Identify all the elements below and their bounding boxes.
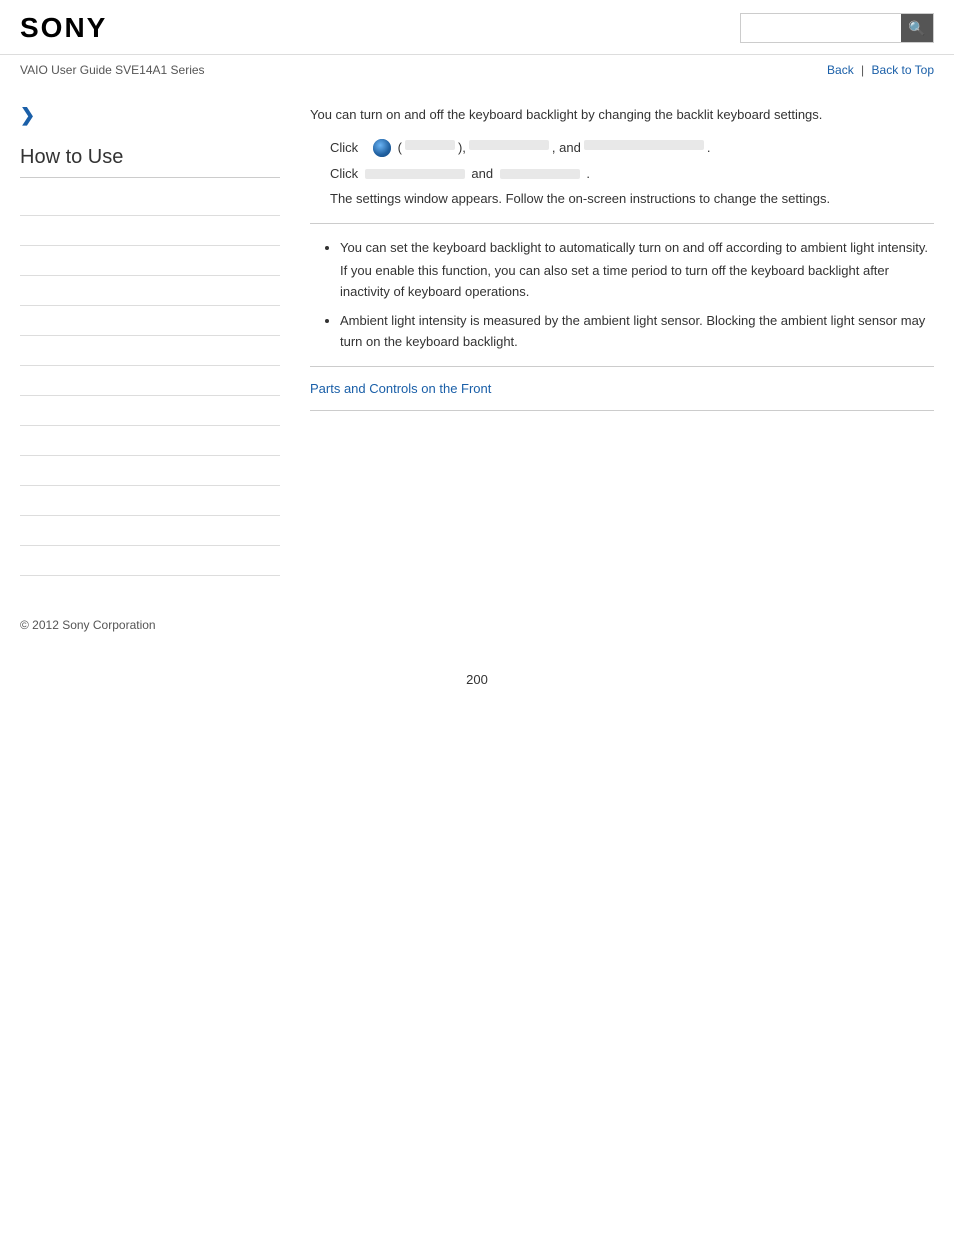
copyright-text: © 2012 Sony Corporation (20, 618, 156, 632)
windows-icon (373, 139, 391, 157)
bullet-2-main: Ambient light intensity is measured by t… (340, 313, 925, 349)
step-2-row: Click and . (310, 164, 934, 185)
list-item (20, 218, 280, 246)
step1-label: Click (330, 140, 370, 155)
step1-and: , and (552, 140, 581, 155)
search-icon: 🔍 (908, 20, 925, 37)
back-link[interactable]: Back (827, 63, 854, 77)
step1-period: . (707, 140, 711, 155)
search-input[interactable] (741, 14, 901, 42)
nav-separator: | (861, 63, 864, 77)
bullet-list: You can set the keyboard backlight to au… (310, 238, 934, 352)
list-item: You can set the keyboard backlight to au… (340, 238, 934, 302)
main-container: ❯ How to Use You can turn on and off the… (0, 85, 954, 598)
content-intro: You can turn on and off the keyboard bac… (310, 105, 934, 126)
guide-title: VAIO User Guide SVE14A1 Series (20, 63, 205, 77)
list-item: Ambient light intensity is measured by t… (340, 311, 934, 353)
step1-placeholder-1 (405, 140, 455, 150)
step-1-row: Click ( ), , and . (310, 140, 934, 158)
list-item (20, 368, 280, 396)
step1-placeholder-2 (469, 140, 549, 150)
step2-and: and (471, 166, 493, 181)
list-item (20, 518, 280, 546)
list-item (20, 248, 280, 276)
step2-label: Click (330, 166, 358, 181)
list-item (20, 188, 280, 216)
list-item (20, 488, 280, 516)
page-header: SONY 🔍 (0, 0, 954, 55)
nav-bar: VAIO User Guide SVE14A1 Series Back | Ba… (0, 55, 954, 85)
list-item (20, 278, 280, 306)
list-item (20, 548, 280, 576)
nav-links: Back | Back to Top (827, 63, 934, 77)
step2-period: . (586, 166, 590, 181)
parts-and-controls-link[interactable]: Parts and Controls on the Front (310, 381, 491, 396)
search-button[interactable]: 🔍 (901, 14, 933, 42)
sidebar-section-title: How to Use (20, 146, 280, 178)
back-to-top-link[interactable]: Back to Top (872, 63, 934, 77)
content-area: You can turn on and off the keyboard bac… (300, 95, 934, 578)
divider-1 (310, 223, 934, 224)
list-item (20, 398, 280, 426)
search-box: 🔍 (740, 13, 934, 43)
list-item (20, 458, 280, 486)
bullet-1-sub: If you enable this function, you can als… (340, 261, 934, 303)
divider-2 (310, 366, 934, 367)
page-number: 200 (0, 652, 954, 697)
sidebar-arrow[interactable]: ❯ (20, 105, 280, 126)
footer: © 2012 Sony Corporation (0, 598, 954, 652)
list-item (20, 338, 280, 366)
step-settings: The settings window appears. Follow the … (310, 189, 934, 210)
sony-logo: SONY (20, 12, 107, 44)
bullet-1-main: You can set the keyboard backlight to au… (340, 240, 928, 255)
step1-paren-open: ( (394, 140, 402, 155)
divider-3 (310, 410, 934, 411)
start-button-icon (370, 140, 394, 158)
step2-placeholder-1 (365, 169, 465, 179)
list-item (20, 308, 280, 336)
step1-comma: ), (458, 140, 466, 155)
step1-placeholder-3 (584, 140, 704, 150)
list-item (20, 428, 280, 456)
step2-placeholder-2 (500, 169, 580, 179)
sidebar: ❯ How to Use (20, 95, 300, 578)
